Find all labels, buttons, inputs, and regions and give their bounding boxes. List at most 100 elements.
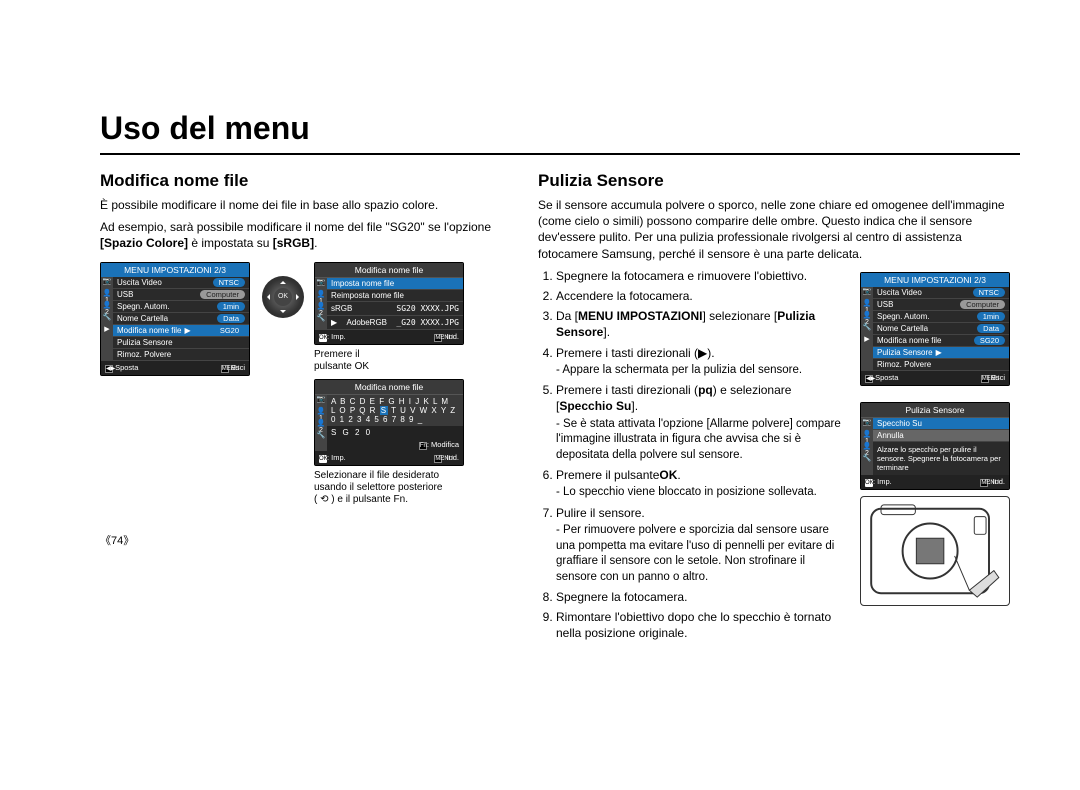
arrow-icon: ▶ [331, 318, 337, 327]
screen2-row-imposta: Imposta nome file [327, 278, 463, 290]
arrows-icon: ◀▶ [865, 375, 873, 383]
menu-row: Rimoz. Polvere [113, 349, 249, 361]
menu-row: Rimoz. Polvere [873, 359, 1009, 371]
menu-row: Uscita VideoNTSC [113, 277, 249, 289]
step-item: Premere il pulsanteOK.Lo specchio viene … [556, 467, 846, 501]
step-item: Spegnere la fotocamera. [556, 589, 846, 605]
menu-row: Nome CartellaData [873, 323, 1009, 335]
para2-d: [sRGB] [273, 236, 314, 250]
screenB-r2: Annulla [877, 431, 904, 440]
char-grid: A B C D E F G H I J K L M L O P Q R S T … [327, 395, 463, 426]
menu-row: Uscita VideoNTSC [873, 287, 1009, 299]
grid-result: S G 2 0 [327, 426, 463, 439]
user2-icon: 👤2 [861, 311, 873, 323]
camera-icon: 📷 [861, 287, 873, 299]
ok-icon: OK [319, 334, 327, 342]
screenA-title: MENU IMPOSTAZIONI 2/3 [861, 273, 1009, 287]
screenB-row-specchio: Specchio Su [873, 418, 1009, 430]
screenB-foot-l: : Imp. [873, 477, 892, 486]
screen3-title: Modifica nome file [315, 380, 463, 395]
screen2-r2-label: Reimposta nome file [331, 291, 404, 300]
columns: Modifica nome file È possibile modificar… [100, 171, 1020, 646]
fn-icon: Fn [419, 442, 427, 450]
menu-row: Modifica nome file▶SG20 [113, 325, 249, 337]
modifica-label: : Modifica [427, 440, 459, 449]
page-title: Uso del menu [100, 110, 1020, 155]
screenB-title: Pulizia Sensore [861, 403, 1009, 418]
wrench-icon: 🔧 [861, 454, 873, 466]
screen3-side-icons: 📷 👤1 👤2 🔧 [315, 395, 327, 451]
right-screenshots: MENU IMPOSTAZIONI 2/3 📷 👤1 👤2 🔧 ▶ Uscita… [860, 268, 1020, 646]
step-item: Accendere la fotocamera. [556, 288, 846, 304]
screen1-foot-r: Esci [229, 363, 245, 372]
para2-b: [Spazio Colore] [100, 236, 188, 250]
screen2-r3a: sRGB [331, 304, 352, 313]
menu-row: Nome CartellaData [113, 313, 249, 325]
modifica-nome-file-heading: Modifica nome file [100, 171, 510, 191]
left-column: Modifica nome file È possibile modificar… [100, 171, 510, 646]
screenB-r1: Specchio Su [877, 419, 922, 428]
grid-row-3: 0 1 2 3 4 5 6 7 8 9 _ [331, 415, 459, 424]
left-para1: È possibile modificare il nome dei file … [100, 197, 510, 213]
screen2-title: Modifica nome file [315, 263, 463, 278]
user1-icon: 👤1 [101, 289, 113, 301]
screenA-rows: Uscita VideoNTSCUSBComputerSpegn. Autom.… [873, 287, 1009, 371]
screen1-footer: ◀▶ Sposta MENU Esci [101, 361, 249, 375]
page-number: 《74》 [100, 532, 510, 548]
screen1-foot-l: Sposta [113, 363, 138, 372]
screenB-note: Alzare lo specchio per pulire il sensore… [873, 442, 1009, 475]
user1-icon: 👤1 [315, 407, 327, 419]
ok-icon: OK [319, 455, 327, 463]
right-column: Pulizia Sensore Se il sensore accumula p… [538, 171, 1020, 646]
user2-icon: 👤2 [861, 442, 873, 454]
steps-list: Spegnere la fotocamera e rimuovere l'obi… [538, 268, 846, 642]
screen2-side-icons: 📷 👤1 👤2 🔧 [315, 278, 327, 330]
screenB-foot-r: : Ind. [988, 477, 1005, 486]
user1-icon: 👤1 [861, 430, 873, 442]
screen1-wrap: MENU IMPOSTAZIONI 2/3 📷 👤1 👤2 🔧 ▶ Uscita… [100, 258, 250, 380]
wrench-icon: 🔧 [101, 313, 113, 325]
step-item: Premere i tasti direzionali (pq) e selez… [556, 382, 846, 463]
caption2: Selezionare il file desiderato usando il… [314, 470, 464, 506]
screen2-r1-label: Imposta nome file [331, 279, 394, 288]
menu-row: Spegn. Autom.1min [113, 301, 249, 313]
screen2-r4a: AdobeRGB [347, 318, 387, 327]
screen2-foot-r: : Ind. [442, 332, 459, 341]
page: Uso del menu Modifica nome file È possib… [0, 0, 1080, 666]
menu-row: Modifica nome fileSG20 [873, 335, 1009, 347]
screenA-side-icons: 📷 👤1 👤2 🔧 ▶ [861, 287, 873, 371]
grid-row-1: A B C D E F G H I J K L M [331, 397, 459, 406]
menu-row: USBComputer [113, 289, 249, 301]
wrench-icon: 🔧 [861, 323, 873, 335]
camera-icon: 📷 [315, 278, 327, 290]
modifica-nome-file-screen-1: Modifica nome file 📷 👤1 👤2 🔧 Imposta nom… [314, 262, 464, 345]
para2-e: . [314, 236, 317, 250]
user2-icon: 👤2 [101, 301, 113, 313]
step-item: Pulire il sensore.Per rimuovere polvere … [556, 505, 846, 585]
pulizia-sensore-screen: Pulizia Sensore 📷 👤1 👤2 🔧 Specchio Su An… [860, 402, 1010, 490]
step-item: Da [MENU IMPOSTAZIONI] selezionare [Puli… [556, 308, 846, 340]
screen2-row-reimposta: Reimposta nome file [327, 290, 463, 302]
left-para2: Ad esempio, sarà possibile modificare il… [100, 219, 510, 251]
wrench-icon: 🔧 [315, 431, 327, 443]
camera-icon: 📷 [315, 395, 327, 407]
play-icon: ▶ [101, 325, 113, 337]
user2-icon: 👤2 [315, 302, 327, 314]
menu-row: USBComputer [873, 299, 1009, 311]
grid-row-2: L O P Q R S T U V W X Y Z [331, 406, 459, 415]
user2-icon: 👤2 [315, 419, 327, 431]
step-item: Premere i tasti direzionali (▶).Appare l… [556, 345, 846, 379]
para2-a: Ad esempio, sarà possibile modificare il… [100, 220, 491, 234]
camera-icon: 📷 [101, 277, 113, 289]
camera-sensor-illustration [860, 496, 1010, 606]
camera-icon: 📷 [861, 418, 873, 430]
screenB-row-annulla: Annulla [873, 430, 1009, 442]
wrench-icon: 🔧 [315, 314, 327, 326]
ok-icon: OK [865, 479, 873, 487]
screen2-foot-l: : Imp. [327, 332, 346, 341]
modifica-nome-file-screen-grid: Modifica nome file 📷 👤1 👤2 🔧 A B C D E [314, 379, 464, 466]
caption1: Premere il pulsante OK [314, 349, 464, 373]
step-item: Rimontare l'obiettivo dopo che lo specch… [556, 609, 846, 641]
menu-row: Spegn. Autom.1min [873, 311, 1009, 323]
step-item: Spegnere la fotocamera e rimuovere l'obi… [556, 268, 846, 284]
